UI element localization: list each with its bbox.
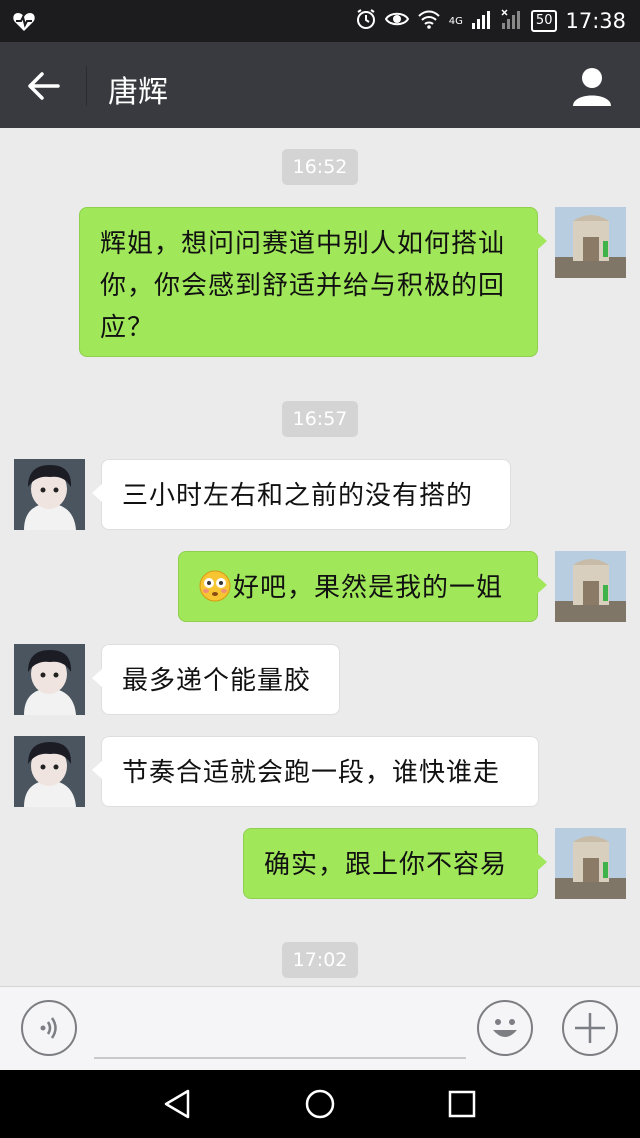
avatar-contact[interactable] [14,459,85,530]
heart-pulse-icon [12,10,36,37]
flushed-face-emoji [199,570,231,602]
nav-recents-button[interactable] [444,1086,480,1122]
message-bubble-sent[interactable]: 辉姐，想问问赛道中别人如何搭讪你，你会感到舒适并给与积极的回应？ [79,207,547,357]
battery-indicator: 50 [530,10,558,32]
message-text: 最多递个能量胶 [122,666,312,696]
message-text: 三小时左右和之前的没有搭的 [122,481,474,511]
eye-icon [384,10,409,32]
network-label: 4G [448,15,463,27]
message-bubble-received[interactable]: 节奏合适就会跑一段，谁快谁走 [92,736,539,807]
timestamp: 17:02 [282,942,358,978]
nav-home-button[interactable] [302,1086,338,1122]
avatar-contact[interactable] [14,736,85,807]
timestamp: 16:57 [282,401,358,437]
message-input[interactable] [94,1003,466,1059]
avatar-contact[interactable] [14,644,85,715]
avatar-me[interactable] [555,828,626,899]
voice-button[interactable] [21,1000,77,1056]
status-time: 17:38 [565,9,626,33]
message-bubble-sent[interactable]: 好吧，果然是我的一姐 [178,551,547,622]
plus-icon [575,1013,605,1043]
message-text: 好吧，果然是我的一姐 [233,573,504,603]
avatar-me[interactable] [555,551,626,622]
message-bubble-received[interactable]: 三小时左右和之前的没有搭的 [92,459,511,530]
signal-icon [471,9,493,33]
input-bar [0,986,640,1070]
message-text: 确实，跟上你不容易 [264,850,508,880]
message-text: 辉姐，想问问赛道中别人如何搭讪你，你会感到舒适并给与积极的回应？ [100,229,506,343]
triangle-back-icon [164,1089,190,1119]
nav-back-button[interactable] [160,1086,196,1122]
contact-info-button[interactable] [570,64,614,108]
signal-off-icon [501,9,523,33]
header-divider [86,66,87,106]
emoji-button[interactable] [477,1000,533,1056]
message-bubble-sent[interactable]: 确实，跟上你不容易 [243,828,547,899]
circle-home-icon [305,1089,335,1119]
arrow-left-icon [28,72,60,100]
message-bubble-received[interactable]: 最多递个能量胶 [92,644,340,715]
timestamp: 16:52 [282,149,358,185]
wifi-icon [417,9,441,33]
smiley-icon [493,1019,517,1037]
square-recents-icon [448,1090,476,1118]
voice-icon [40,1017,57,1039]
chat-header: 唐辉 [0,42,640,128]
message-text: 节奏合适就会跑一段，谁快谁走 [122,758,501,788]
system-nav-bar [0,1070,640,1138]
alarm-icon [355,8,377,34]
status-bar: 4G 50 17:38 [0,0,640,42]
more-button[interactable] [562,1000,618,1056]
message-list[interactable]: 16:52 辉姐，想问问赛道中别人如何搭讪你，你会感到舒适并给与积极的回应？ 1… [0,128,640,986]
chat-title: 唐辉 [108,75,168,110]
avatar-me[interactable] [555,207,626,278]
person-icon [573,68,611,106]
back-button[interactable] [24,66,64,106]
